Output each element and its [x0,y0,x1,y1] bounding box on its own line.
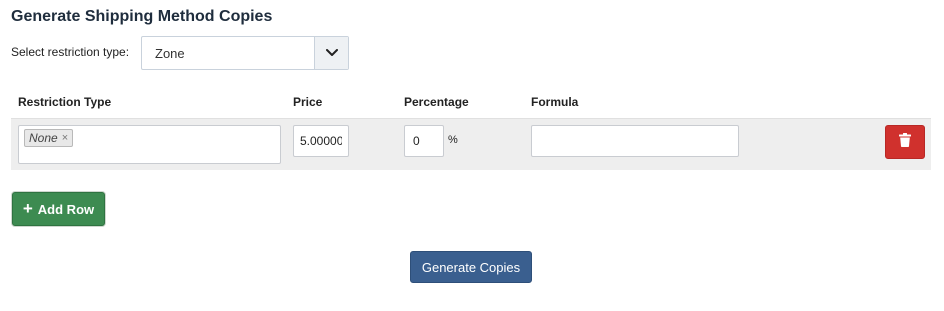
restriction-tag: None × [24,129,74,147]
column-header-formula: Formula [531,95,579,109]
close-icon[interactable]: × [62,132,68,144]
restriction-type-label: Select restriction type: [11,45,130,59]
column-header-percentage: Percentage [404,95,469,109]
plus-icon: + [22,199,33,218]
generate-copies-button[interactable]: Generate Copies [410,251,532,283]
percentage-input[interactable] [404,125,444,157]
trash-icon [899,132,911,152]
add-row-label: Add Row [37,201,95,217]
generate-copies-label: Generate Copies [421,259,521,275]
restriction-tag-label: None [29,131,58,145]
delete-row-button[interactable] [885,125,925,159]
restriction-tags-input[interactable]: None × [18,125,281,164]
page: Generate Shipping Method Copies Select r… [0,0,944,311]
page-title: Generate Shipping Method Copies [11,8,273,25]
chevron-down-icon[interactable] [314,37,348,69]
add-row-button[interactable]: + Add Row [12,192,105,226]
restriction-type-select[interactable]: Zone [141,36,349,70]
formula-input[interactable] [531,125,739,157]
price-input[interactable] [293,125,349,157]
percentage-unit: % [448,134,458,146]
column-header-restriction-type: Restriction Type [18,95,112,109]
column-header-price: Price [293,95,323,109]
restriction-type-value: Zone [155,45,185,61]
